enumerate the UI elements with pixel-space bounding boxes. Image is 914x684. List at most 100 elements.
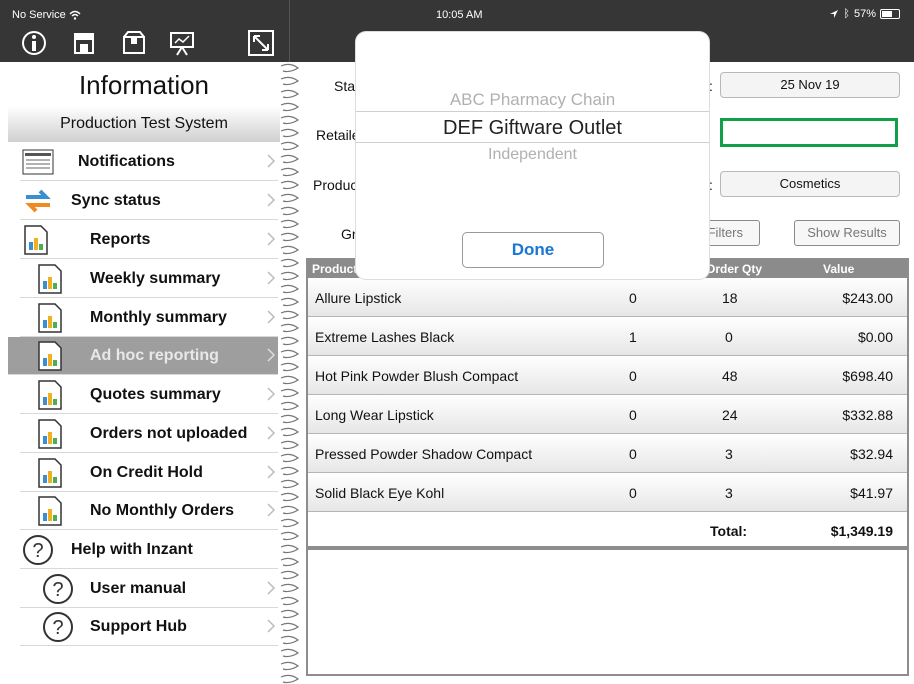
spiral-ring bbox=[280, 440, 300, 450]
svg-text:?: ? bbox=[32, 540, 43, 562]
chevron-right-icon bbox=[267, 310, 276, 324]
table-row[interactable]: Extreme Lashes Black 1 0 $0.00 bbox=[308, 317, 907, 356]
info-icon[interactable] bbox=[20, 29, 48, 57]
spiral-ring bbox=[280, 492, 300, 502]
svg-text:?: ? bbox=[52, 579, 63, 601]
show-results-button[interactable]: Show Results bbox=[794, 220, 900, 246]
report-icon bbox=[38, 341, 62, 371]
presentation-icon[interactable] bbox=[168, 29, 196, 57]
spiral-ring bbox=[280, 128, 300, 138]
menu-item-reports[interactable]: Reports bbox=[20, 221, 278, 259]
battery-status: ᛒ 57% bbox=[829, 8, 900, 20]
spiral-ring bbox=[280, 583, 300, 593]
table-row[interactable]: Solid Black Eye Kohl 0 3 $41.97 bbox=[308, 473, 907, 512]
store-icon[interactable] bbox=[70, 29, 98, 57]
svg-text:?: ? bbox=[52, 617, 63, 639]
picker-option[interactable]: ABC Pharmacy Chain bbox=[356, 90, 709, 110]
help-icon: ? bbox=[43, 574, 73, 604]
report-icon bbox=[38, 380, 62, 410]
column-header-order-qty: Order Qty bbox=[706, 262, 763, 276]
menu-item-weekly-summary[interactable]: Weekly summary bbox=[20, 260, 278, 298]
spiral-ring bbox=[280, 388, 300, 398]
chevron-right-icon bbox=[267, 503, 276, 517]
menu-item-notifications[interactable]: Notifications bbox=[20, 143, 278, 181]
product-category-field[interactable]: Cosmetics bbox=[720, 171, 900, 197]
column-header-product: Product bbox=[312, 262, 358, 276]
done-button[interactable]: Done bbox=[462, 232, 604, 268]
chevron-right-icon bbox=[267, 271, 276, 285]
total-value: $1,349.19 bbox=[830, 523, 893, 539]
menu-item-on-credit-hold[interactable]: On Credit Hold bbox=[20, 454, 278, 492]
spiral-ring bbox=[280, 206, 300, 216]
colon: : bbox=[709, 78, 713, 94]
results-table: Product Order Qty Value Allure Lipstick … bbox=[306, 258, 909, 676]
menu-item-orders-not-uploaded[interactable]: Orders not uploaded bbox=[20, 415, 278, 453]
menu-item-ad-hoc-reporting[interactable]: Ad hoc reporting bbox=[8, 337, 278, 375]
spiral-ring bbox=[280, 89, 300, 99]
start-date-label: Sta bbox=[334, 78, 356, 94]
table-row[interactable]: Pressed Powder Shadow Compact 0 3 $32.94 bbox=[308, 434, 907, 473]
spiral-ring bbox=[280, 323, 300, 333]
column-header-value: Value bbox=[823, 262, 855, 276]
menu-item-sync-status[interactable]: Sync status bbox=[20, 182, 278, 220]
spiral-ring bbox=[280, 336, 300, 346]
box-icon[interactable] bbox=[120, 29, 148, 57]
spiral-ring bbox=[280, 115, 300, 125]
spiral-ring bbox=[280, 544, 300, 554]
spiral-binding bbox=[280, 63, 300, 684]
battery-icon bbox=[880, 9, 900, 19]
spiral-ring bbox=[280, 349, 300, 359]
picker-divider bbox=[356, 111, 709, 112]
colon: : bbox=[709, 177, 713, 193]
location-icon bbox=[830, 10, 839, 18]
spiral-ring bbox=[280, 167, 300, 177]
panel-title: Information bbox=[78, 70, 210, 100]
spiral-ring bbox=[280, 63, 300, 73]
help-icon: ? bbox=[23, 535, 53, 565]
report-icon bbox=[38, 496, 62, 526]
total-label: Total: bbox=[710, 523, 748, 539]
spiral-ring bbox=[280, 596, 300, 606]
menu-item-help-with-inzant[interactable]: ? Help with Inzant bbox=[20, 531, 278, 569]
sync-icon bbox=[25, 189, 51, 213]
spiral-ring bbox=[280, 310, 300, 320]
report-icon bbox=[38, 458, 62, 488]
spiral-ring bbox=[280, 609, 300, 619]
spiral-ring bbox=[280, 648, 300, 658]
menu-item-quotes-summary[interactable]: Quotes summary bbox=[20, 376, 278, 414]
spiral-ring bbox=[280, 674, 300, 684]
menu-item-user-manual[interactable]: ? User manual bbox=[20, 570, 278, 608]
spiral-ring bbox=[280, 271, 300, 281]
product-label: Produc bbox=[313, 177, 358, 193]
report-icon bbox=[38, 303, 62, 333]
picker-option[interactable]: Independent bbox=[356, 146, 709, 164]
chevron-right-icon bbox=[267, 154, 276, 168]
spiral-ring bbox=[280, 570, 300, 580]
table-row[interactable]: Allure Lipstick 0 18 $243.00 bbox=[308, 278, 907, 317]
table-row[interactable]: Hot Pink Powder Blush Compact 0 48 $698.… bbox=[308, 356, 907, 395]
spiral-ring bbox=[280, 76, 300, 86]
spiral-ring bbox=[280, 622, 300, 632]
spiral-ring bbox=[280, 479, 300, 489]
spiral-ring bbox=[280, 297, 300, 307]
spiral-ring bbox=[280, 635, 300, 645]
spiral-ring bbox=[280, 180, 300, 190]
retailer-label: Retaile bbox=[316, 127, 360, 143]
spiral-ring bbox=[280, 141, 300, 151]
menu-item-monthly-summary[interactable]: Monthly summary bbox=[20, 299, 278, 337]
retailer-field-highlight[interactable] bbox=[720, 118, 898, 147]
menu-item-support-hub[interactable]: ? Support Hub bbox=[20, 608, 278, 646]
report-icon bbox=[38, 419, 62, 449]
table-row[interactable]: Long Wear Lipstick 0 24 $332.88 bbox=[308, 395, 907, 434]
chevron-right-icon bbox=[267, 619, 276, 633]
report-icon bbox=[24, 225, 48, 255]
end-date-field[interactable]: 25 Nov 19 bbox=[720, 72, 900, 98]
menu-item-no-monthly-orders[interactable]: No Monthly Orders bbox=[20, 492, 278, 530]
spiral-ring bbox=[280, 557, 300, 567]
group-label: Gr bbox=[341, 226, 357, 242]
spiral-ring bbox=[280, 193, 300, 203]
chevron-right-icon bbox=[267, 387, 276, 401]
report-icon bbox=[38, 264, 62, 294]
resize-icon[interactable] bbox=[247, 29, 275, 57]
picker-option-selected[interactable]: DEF Giftware Outlet bbox=[356, 117, 709, 140]
